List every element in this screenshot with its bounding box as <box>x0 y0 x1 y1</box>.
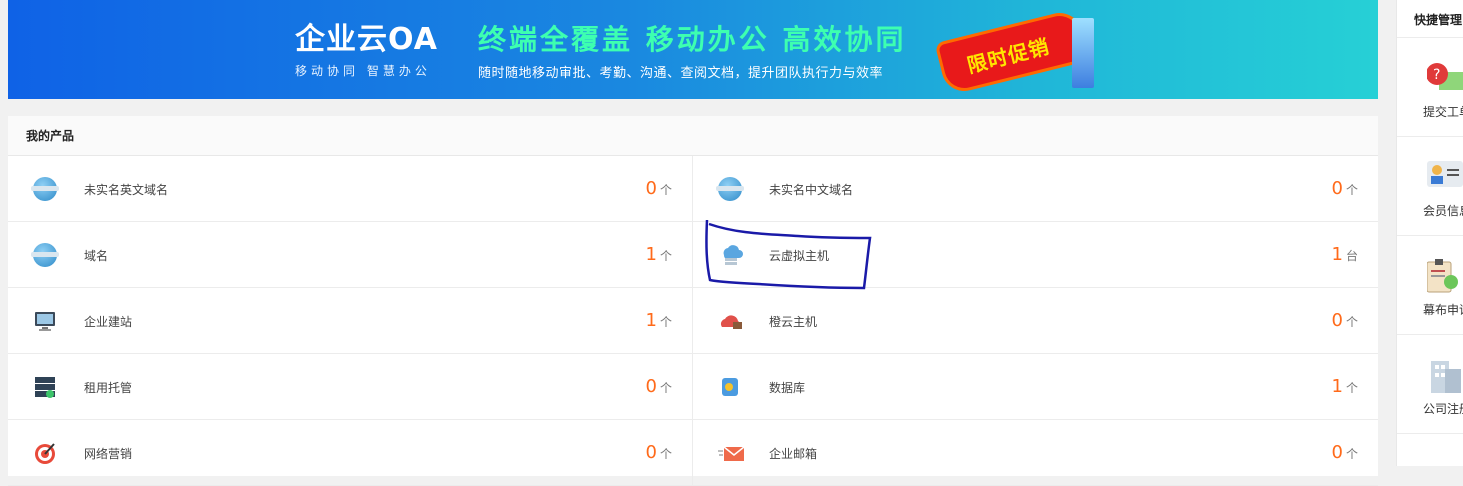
globe-icon <box>31 177 59 201</box>
product-unit: 个 <box>659 446 672 461</box>
product-label: 数据库 <box>769 380 806 395</box>
product-row: 租用托管 0 个 数据库 1 个 <box>8 354 1378 420</box>
building-icon <box>1427 357 1463 393</box>
product-count[interactable]: 0 <box>1332 311 1343 331</box>
clipboard-check-icon <box>1427 258 1463 294</box>
product-unit: 个 <box>659 314 672 329</box>
quick-manage-sidebar: 快捷管理 ? 提交工单 会员信息 幕布申请 公司注册 <box>1396 0 1463 466</box>
promo-badge[interactable]: 限时促销 <box>932 6 1094 96</box>
sidebar-item-company-register[interactable]: 公司注册 <box>1397 335 1463 434</box>
monitor-icon <box>33 309 57 333</box>
product-count[interactable]: 0 <box>646 179 657 199</box>
product-count[interactable]: 0 <box>1332 443 1343 463</box>
product-label: 橙云主机 <box>769 314 818 329</box>
help-ticket-icon: ? <box>1427 60 1463 96</box>
orange-cloud-icon <box>718 309 742 333</box>
product-label: 域名 <box>84 248 109 263</box>
product-cell[interactable]: 橙云主机 0 个 <box>693 288 1378 354</box>
product-count[interactable]: 1 <box>646 245 657 265</box>
product-row: 未实名英文域名 0 个 未实名中文域名 0 个 <box>8 156 1378 222</box>
sidebar-item-member-info[interactable]: 会员信息 <box>1397 137 1463 236</box>
product-unit: 台 <box>1345 248 1358 263</box>
database-icon <box>718 375 742 399</box>
hand-drawn-highlight <box>705 219 872 290</box>
my-products-panel: 我的产品 未实名英文域名 0 个 未实名中文域名 0 个 域名 1 个 云虚拟主… <box>8 116 1378 486</box>
product-count[interactable]: 0 <box>1332 179 1343 199</box>
product-unit: 个 <box>1345 182 1358 197</box>
product-cell[interactable]: 企业邮箱 0 个 <box>693 420 1378 486</box>
product-count[interactable]: 1 <box>1332 377 1343 397</box>
product-unit: 个 <box>1345 314 1358 329</box>
sidebar-title: 快捷管理 <box>1397 0 1463 38</box>
brand-subtitle: 移动协同 智慧办公 <box>295 64 431 78</box>
product-count[interactable]: 0 <box>646 377 657 397</box>
product-unit: 个 <box>1345 446 1358 461</box>
sidebar-item-label: 会员信息 <box>1423 204 1463 218</box>
product-row: 域名 1 个 云虚拟主机 1 台 <box>8 222 1378 288</box>
product-label: 企业邮箱 <box>769 446 818 461</box>
product-unit: 个 <box>659 248 672 263</box>
product-count[interactable]: 1 <box>646 311 657 331</box>
svg-text:?: ? <box>1433 67 1440 83</box>
sidebar-item-curtain-apply[interactable]: 幕布申请 <box>1397 236 1463 335</box>
product-cell[interactable]: 未实名英文域名 0 个 <box>8 156 693 222</box>
product-unit: 个 <box>1345 380 1358 395</box>
product-label: 未实名中文域名 <box>769 182 854 197</box>
slogan-headline: 终端全覆盖 移动办公 高效协同 <box>478 23 907 56</box>
product-label: 租用托管 <box>84 380 133 395</box>
product-label: 网络营销 <box>84 446 133 461</box>
sidebar-item-submit-ticket[interactable]: ? 提交工单 <box>1397 38 1463 137</box>
product-cell[interactable]: 企业建站 1 个 <box>8 288 693 354</box>
target-icon <box>33 441 57 465</box>
sidebar-item-label: 幕布申请 <box>1423 303 1463 317</box>
product-count[interactable]: 1 <box>1332 245 1343 265</box>
product-cell[interactable]: 域名 1 个 <box>8 222 693 288</box>
banner-slogan: 终端全覆盖 移动办公 高效协同 随时随地移动审批、考勤、沟通、查阅文档，提升团队… <box>478 22 907 81</box>
banner-brand: 企业云OA 移动协同 智慧办公 <box>295 22 438 79</box>
product-cell[interactable]: 网络营销 0 个 <box>8 420 693 486</box>
product-row: 网络营销 0 个 企业邮箱 0 个 <box>8 420 1378 486</box>
product-unit: 个 <box>659 182 672 197</box>
globe-icon <box>31 243 59 267</box>
product-unit: 个 <box>659 380 672 395</box>
sidebar-item-label: 公司注册 <box>1423 402 1463 416</box>
member-card-icon <box>1427 159 1463 195</box>
promo-banner[interactable]: 企业云OA 移动协同 智慧办公 终端全覆盖 移动办公 高效协同 随时随地移动审批… <box>8 0 1378 99</box>
products-grid: 未实名英文域名 0 个 未实名中文域名 0 个 域名 1 个 云虚拟主机 1 台… <box>8 156 1378 486</box>
server-rack-icon <box>33 375 57 399</box>
product-count[interactable]: 0 <box>646 443 657 463</box>
globe-icon <box>716 177 744 201</box>
mail-icon <box>718 441 745 465</box>
panel-title: 我的产品 <box>8 116 1378 156</box>
product-row: 企业建站 1 个 橙云主机 0 个 <box>8 288 1378 354</box>
building-graphic-icon <box>1072 18 1094 88</box>
product-cell[interactable]: 数据库 1 个 <box>693 354 1378 420</box>
product-label: 企业建站 <box>84 314 133 329</box>
sidebar-item-label: 提交工单 <box>1423 105 1463 119</box>
slogan-description: 随时随地移动审批、考勤、沟通、查阅文档，提升团队执行力与效率 <box>478 66 884 81</box>
product-label: 未实名英文域名 <box>84 182 169 197</box>
main-area: 企业云OA 移动协同 智慧办公 终端全覆盖 移动办公 高效协同 随时随地移动审批… <box>8 0 1378 486</box>
product-cell[interactable]: 租用托管 0 个 <box>8 354 693 420</box>
brand-name: 企业云OA <box>295 22 438 57</box>
